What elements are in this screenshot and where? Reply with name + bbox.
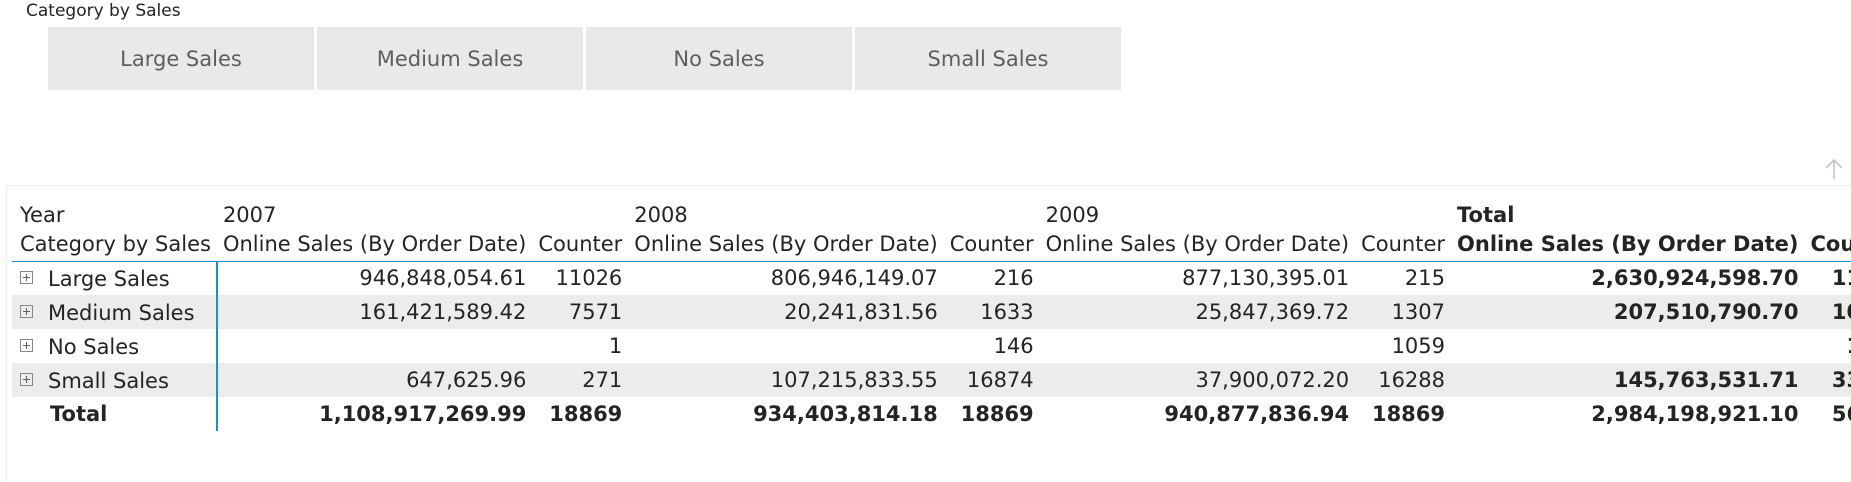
row-label: Large Sales — [48, 266, 170, 291]
total-sales: 934,403,814.18 — [753, 402, 938, 426]
total-row: Total 1,108,917,269.99 18869 934,403,814… — [12, 397, 1851, 431]
cell-sales: 20,241,831.56 — [628, 295, 944, 329]
cell-counter: 1 — [608, 334, 623, 358]
cell-sales — [1040, 329, 1355, 363]
table-row: No Sales 1 146 1059 1206 — [12, 329, 1851, 363]
measure-header-sales[interactable]: Online Sales (By Order Date) — [1039, 227, 1356, 262]
column-header-total[interactable]: Total — [1451, 193, 1805, 227]
cell-sales: 647,625.96 — [216, 363, 533, 397]
table-row: Large Sales 946,848,054.61 11026 806,946… — [12, 261, 1851, 295]
cell-counter: 146 — [993, 334, 1034, 358]
total-sales: 940,877,836.94 — [1164, 402, 1350, 426]
cell-counter-total: 1206 — [1805, 329, 1851, 363]
plus-box-icon[interactable] — [20, 338, 33, 352]
row-label: Medium Sales — [48, 300, 195, 325]
cell-counter: 7571 — [532, 295, 629, 329]
cell-counter: 216 — [993, 266, 1034, 291]
cell-counter: 1059 — [1391, 334, 1446, 358]
column-header-row-year: Year 2007 2008 2009 Total — [12, 193, 1851, 227]
measure-header-counter-total[interactable]: Counter — [1804, 227, 1851, 262]
cell-sales: 161,421,589.42 — [216, 295, 533, 329]
row-header-category: Category by Sales — [12, 227, 217, 262]
column-header-row-measures: Category by Sales Online Sales (By Order… — [12, 227, 1851, 262]
total-counter: 18869 — [549, 402, 623, 426]
cell-sales — [217, 329, 532, 363]
cell-sales — [628, 329, 943, 363]
slicer-option-large-sales[interactable]: Large Sales — [48, 27, 314, 90]
cell-sales-total: 145,763,531.71 — [1451, 363, 1805, 397]
grand-total-sales: 2,984,198,921.10 — [1591, 402, 1799, 426]
measure-header-counter[interactable]: Counter — [532, 227, 629, 262]
column-header-2009[interactable]: 2009 — [1040, 193, 1355, 227]
cell-sales: 25,847,369.72 — [1039, 295, 1356, 329]
row-header-year: Year — [20, 203, 65, 227]
measure-header-counter[interactable]: Counter — [943, 227, 1040, 262]
total-sales: 1,108,917,269.99 — [319, 402, 527, 426]
cell-counter: 11026 — [555, 266, 623, 291]
total-counter: 18869 — [1371, 402, 1446, 426]
slicer-option-no-sales[interactable]: No Sales — [586, 27, 852, 90]
plus-box-icon[interactable] — [20, 372, 33, 386]
measure-header-sales-total[interactable]: Online Sales (By Order Date) — [1451, 227, 1805, 262]
measure-header-sales[interactable]: Online Sales (By Order Date) — [628, 227, 944, 262]
arrow-up-icon[interactable] — [1822, 157, 1846, 181]
measure-header-counter[interactable]: Counter — [1355, 227, 1452, 262]
cell-sales: 806,946,149.07 — [770, 266, 938, 291]
cell-sales: 107,215,833.55 — [628, 363, 944, 397]
cell-sales-total: 207,510,790.70 — [1451, 295, 1805, 329]
total-label: Total — [50, 402, 108, 426]
row-label: Small Sales — [48, 368, 169, 393]
cell-counter: 16874 — [943, 363, 1040, 397]
plus-box-icon[interactable] — [20, 270, 33, 284]
grand-total-counter: 56607 — [1831, 402, 1851, 426]
cell-counter: 271 — [532, 363, 629, 397]
column-header-2008[interactable]: 2008 — [628, 193, 943, 227]
table-row: Small Sales 647,625.96 271 107,215,833.5… — [12, 363, 1851, 397]
total-counter: 18869 — [960, 402, 1034, 426]
cell-counter: 1307 — [1355, 295, 1452, 329]
slicer-option-medium-sales[interactable]: Medium Sales — [317, 27, 583, 90]
cell-counter-total: 11457 — [1831, 266, 1851, 291]
cell-counter-total: 10511 — [1804, 295, 1851, 329]
cell-sales: 946,848,054.61 — [359, 266, 527, 291]
cell-counter: 16288 — [1355, 363, 1452, 397]
measure-header-sales[interactable]: Online Sales (By Order Date) — [216, 227, 533, 262]
slicer-option-small-sales[interactable]: Small Sales — [855, 27, 1121, 90]
cell-counter: 1633 — [943, 295, 1040, 329]
cell-sales-total: 2,630,924,598.70 — [1591, 266, 1799, 291]
table-row: Medium Sales 161,421,589.42 7571 20,241,… — [12, 295, 1851, 329]
plus-box-icon[interactable] — [20, 304, 33, 318]
cell-sales-total — [1451, 329, 1805, 363]
row-label: No Sales — [48, 334, 140, 359]
category-slicer: Large Sales Medium Sales No Sales Small … — [48, 27, 1121, 90]
matrix-table: Year 2007 2008 2009 Total Category by Sa… — [12, 193, 1851, 431]
column-header-2007[interactable]: 2007 — [217, 193, 532, 227]
cell-sales: 37,900,072.20 — [1039, 363, 1356, 397]
slicer-title: Category by Sales — [26, 1, 181, 21]
cell-counter-total: 33433 — [1804, 363, 1851, 397]
cell-sales: 877,130,395.01 — [1182, 266, 1350, 291]
cell-counter: 215 — [1404, 266, 1446, 291]
